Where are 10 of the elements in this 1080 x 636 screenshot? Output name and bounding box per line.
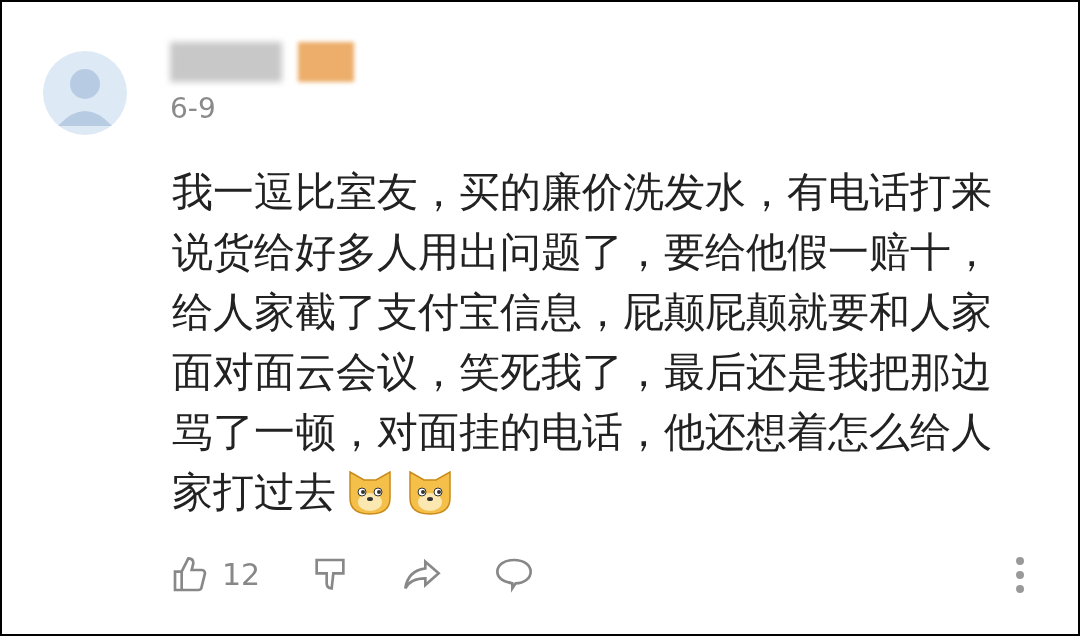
blurred-badge [298,42,354,82]
comment-text-line: 骂了一顿，对面挂的电话，他还想着怎么给人 [172,407,992,458]
comment-text-line: 说货给好多人用出问题了，要给他假一赔十， [172,227,992,278]
more-options-icon[interactable] [1014,554,1026,595]
comment-text-line: 给人家截了支付宝信息，屁颠屁颠就要和人家 [172,287,992,338]
comment-text-line: 我一逗比室友，买的廉价洗发水，有电话打来 [172,167,992,218]
comment-date: 6-9 [170,91,217,127]
comment-text-line: 家打过去 [172,467,336,518]
like-button[interactable]: 12 [170,552,261,597]
comment-text-line: 面对面云会议，笑死我了，最后还是我把那边 [172,347,992,398]
